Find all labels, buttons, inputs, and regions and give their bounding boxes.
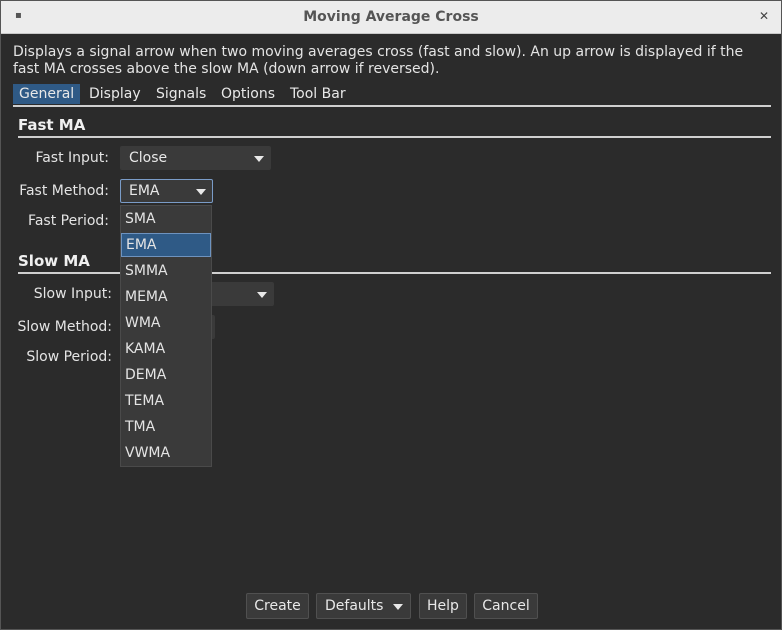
defaults-button-label: Defaults [325,598,384,614]
method-option-tema[interactable]: TEMA [121,389,211,413]
method-option-smma[interactable]: SMMA [121,259,211,283]
chevron-down-icon [257,292,267,298]
chevron-down-icon [393,604,403,610]
method-option-ema[interactable]: EMA [121,233,211,257]
fast-ma-divider [18,136,771,138]
slow-period-label: Slow Period: [26,349,112,365]
fast-input-value: Close [129,150,168,166]
study-description: Displays a signal arrow when two moving … [13,44,744,77]
slow-method-label: Slow Method: [17,319,112,335]
tab-options[interactable]: Options [215,84,281,104]
cancel-button[interactable]: Cancel [474,593,538,619]
tab-signals[interactable]: Signals [150,84,212,104]
window-title: Moving Average Cross [303,9,479,25]
fast-input-select[interactable]: Close [120,146,271,170]
fast-period-label: Fast Period: [28,213,109,229]
method-option-wma[interactable]: WMA [121,311,211,335]
help-button[interactable]: Help [419,593,467,619]
fast-method-select[interactable]: EMA [120,179,213,203]
method-option-vwma[interactable]: VWMA [121,441,211,465]
method-option-dema[interactable]: DEMA [121,363,211,387]
method-option-mema[interactable]: MEMA [121,285,211,309]
defaults-button[interactable]: Defaults [316,593,411,619]
fast-input-label: Fast Input: [35,150,109,166]
chevron-down-icon [196,189,206,195]
method-option-tma[interactable]: TMA [121,415,211,439]
tab-display[interactable]: Display [83,84,147,104]
slow-input-label: Slow Input: [33,286,112,302]
close-icon[interactable]: ✕ [759,9,769,23]
dialog-window: ▪ Moving Average Cross ✕ Displays a sign… [0,0,782,630]
fast-ma-heading: Fast MA [18,116,86,134]
tab-bar: General Display Signals Options Tool Bar [13,84,771,107]
fast-method-value: EMA [129,183,160,199]
create-button[interactable]: Create [246,593,309,619]
fast-method-label: Fast Method: [19,183,109,199]
tab-general[interactable]: General [13,84,81,104]
method-dropdown-list: SMA EMA SMMA MEMA WMA KAMA DEMA TEMA TMA… [120,205,212,467]
tab-tool-bar[interactable]: Tool Bar [284,84,352,104]
chevron-down-icon [254,156,264,162]
slow-ma-heading: Slow MA [18,252,90,270]
title-bar[interactable]: ▪ Moving Average Cross ✕ [1,1,781,34]
method-option-sma[interactable]: SMA [121,207,211,231]
method-option-kama[interactable]: KAMA [121,337,211,361]
